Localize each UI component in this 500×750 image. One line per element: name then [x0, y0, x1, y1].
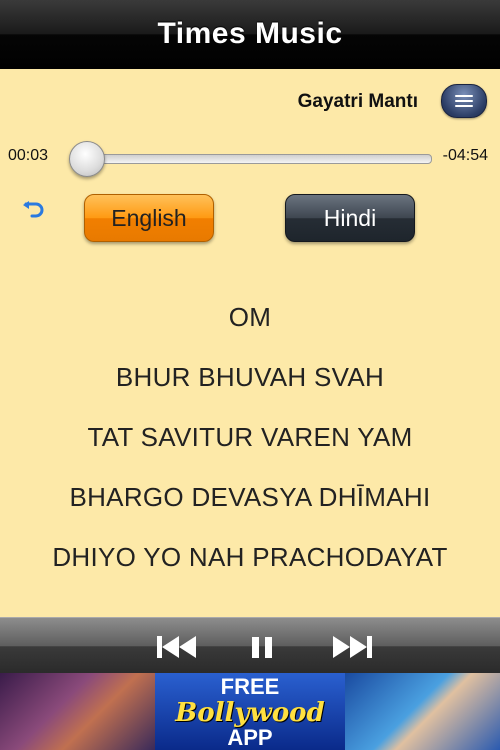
playback-toolbar: [0, 617, 500, 674]
lyric-line: BHARGO DEVASYA DHĪMAHI: [69, 482, 431, 512]
ad-line-free: FREE: [220, 674, 280, 699]
ad-line-bollywood: Bollywood: [175, 698, 325, 728]
progress-slider[interactable]: [70, 154, 432, 164]
progress-slider-thumb[interactable]: [68, 141, 105, 177]
song-title: Gayatri Mantı: [297, 91, 418, 112]
ad-image-left: [0, 673, 155, 750]
elapsed-time: 00:03: [8, 147, 49, 164]
pause-icon[interactable]: [250, 632, 274, 662]
english-button[interactable]: English: [84, 194, 214, 242]
next-track-icon[interactable]: [328, 632, 374, 662]
lyric-line: OM: [228, 302, 272, 332]
list-icon: [455, 95, 473, 107]
hindi-button[interactable]: Hindi: [285, 194, 415, 242]
ad-image-right: [345, 673, 500, 750]
lyric-line: DHIYO YO NAH PRACHODAYAT: [52, 542, 448, 572]
app-title: Times Music: [157, 17, 343, 50]
lyric-line: TAT SAVITUR VAREN YAM: [87, 422, 413, 452]
previous-track-icon[interactable]: [155, 632, 201, 662]
back-arrow-icon[interactable]: [22, 201, 46, 219]
playlist-button[interactable]: [441, 84, 487, 118]
remaining-time: -04:54: [442, 147, 488, 164]
lyric-line: BHUR BHUVAH SVAH: [115, 362, 385, 392]
player-content: Gayatri Mantı 00:03 -04:54 English Hindi…: [0, 69, 500, 617]
lyrics-view: OM BHUR BHUVAH SVAH TAT SAVITUR VAREN YA…: [0, 287, 500, 587]
navigation-bar: Times Music: [0, 0, 500, 69]
ad-line-app: APP: [227, 725, 273, 750]
ad-banner[interactable]: FREE Bollywood APP: [0, 673, 500, 750]
ad-text: FREE Bollywood APP: [155, 673, 345, 750]
